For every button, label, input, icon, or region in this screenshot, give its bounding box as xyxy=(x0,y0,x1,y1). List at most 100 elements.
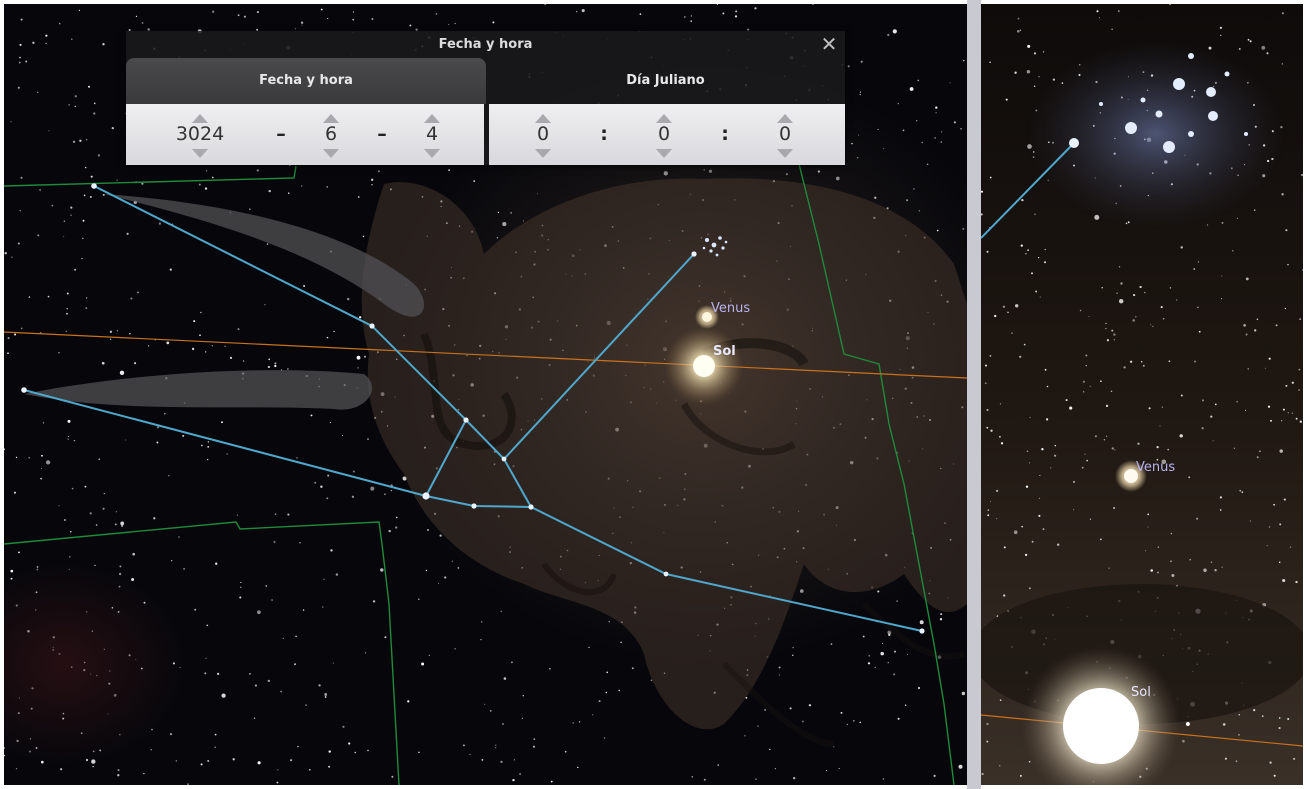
star xyxy=(326,185,329,188)
view-divider[interactable] xyxy=(967,0,981,789)
month-decrement-icon[interactable] xyxy=(323,149,339,158)
time-panel: 0 : 0 : 0 xyxy=(489,104,845,165)
sun-object[interactable] xyxy=(664,326,744,406)
star xyxy=(1267,405,1271,408)
star xyxy=(314,481,317,484)
star xyxy=(882,778,885,780)
star xyxy=(1210,415,1213,418)
star xyxy=(917,79,920,82)
star xyxy=(1241,491,1244,494)
star xyxy=(66,292,69,295)
star xyxy=(880,651,884,656)
star xyxy=(45,460,51,465)
hour-value[interactable]: 0 xyxy=(513,122,573,146)
star xyxy=(71,38,73,40)
hour-decrement-icon[interactable] xyxy=(535,149,551,158)
star xyxy=(1027,44,1031,48)
tab-julian-day[interactable]: Día Juliano xyxy=(486,58,845,104)
star xyxy=(1117,10,1120,13)
month-value[interactable]: 6 xyxy=(301,122,361,146)
star xyxy=(981,772,984,776)
star xyxy=(256,11,259,14)
star xyxy=(388,529,391,533)
month-spinbox[interactable]: 6 xyxy=(301,104,361,165)
star xyxy=(999,435,1001,438)
star xyxy=(438,583,440,585)
star xyxy=(1212,440,1214,442)
star xyxy=(1085,354,1088,357)
star xyxy=(335,573,339,576)
star xyxy=(137,291,139,294)
star xyxy=(384,493,386,495)
star xyxy=(370,486,375,491)
star xyxy=(131,578,135,581)
star xyxy=(294,28,296,30)
star xyxy=(1171,574,1175,577)
star xyxy=(1220,34,1222,37)
minute-value[interactable]: 0 xyxy=(634,122,694,146)
star xyxy=(1096,10,1099,13)
star xyxy=(987,509,990,511)
zoom-constellation-star xyxy=(1069,138,1079,148)
dialog-title[interactable]: Fecha y hora xyxy=(126,31,845,58)
day-decrement-icon[interactable] xyxy=(424,149,440,158)
tab-date-time[interactable]: Fecha y hora xyxy=(126,58,486,104)
star xyxy=(92,765,94,768)
star xyxy=(1082,380,1085,383)
star xyxy=(1281,193,1284,196)
day-spinbox[interactable]: 4 xyxy=(402,104,462,165)
year-decrement-icon[interactable] xyxy=(192,149,208,158)
star xyxy=(995,489,999,493)
star xyxy=(428,654,430,656)
star xyxy=(550,780,553,783)
day-value[interactable]: 4 xyxy=(402,122,462,146)
star xyxy=(377,170,380,173)
star xyxy=(1116,292,1118,294)
star xyxy=(380,568,384,572)
star xyxy=(960,128,962,130)
star xyxy=(1266,545,1268,547)
star xyxy=(409,24,412,27)
star xyxy=(953,121,957,124)
zoomed-sky-view[interactable]: Venus Sol xyxy=(981,4,1303,785)
second-decrement-icon[interactable] xyxy=(777,149,793,158)
star xyxy=(20,18,23,21)
star xyxy=(1105,322,1107,325)
star xyxy=(417,598,420,601)
star xyxy=(1025,252,1027,255)
star xyxy=(1247,368,1249,370)
second-spinbox[interactable]: 0 xyxy=(755,104,815,165)
star xyxy=(102,43,105,46)
star xyxy=(1044,368,1047,371)
close-icon[interactable]: ✕ xyxy=(819,34,839,54)
star xyxy=(919,620,924,625)
star xyxy=(1046,418,1049,421)
second-value[interactable]: 0 xyxy=(755,122,815,146)
star xyxy=(240,581,242,583)
star xyxy=(1118,266,1121,268)
year-value[interactable]: 3024 xyxy=(170,122,230,146)
star xyxy=(18,551,20,554)
minute-decrement-icon[interactable] xyxy=(656,149,672,158)
year-spinbox[interactable]: 3024 xyxy=(170,104,230,165)
star xyxy=(1103,439,1106,441)
star xyxy=(40,467,43,469)
minute-spinbox[interactable]: 0 xyxy=(634,104,694,165)
hour-spinbox[interactable]: 0 xyxy=(513,104,573,165)
star xyxy=(592,714,594,716)
star xyxy=(1028,462,1030,464)
star xyxy=(1085,365,1087,367)
star xyxy=(253,717,256,720)
star xyxy=(984,364,988,367)
star xyxy=(51,204,54,207)
star xyxy=(778,674,780,676)
star xyxy=(986,426,989,429)
star xyxy=(37,234,40,237)
star xyxy=(267,365,271,369)
star xyxy=(204,672,207,675)
star xyxy=(395,526,398,529)
star xyxy=(1031,540,1034,543)
star xyxy=(118,572,122,576)
star xyxy=(1023,343,1026,346)
star xyxy=(205,351,207,353)
